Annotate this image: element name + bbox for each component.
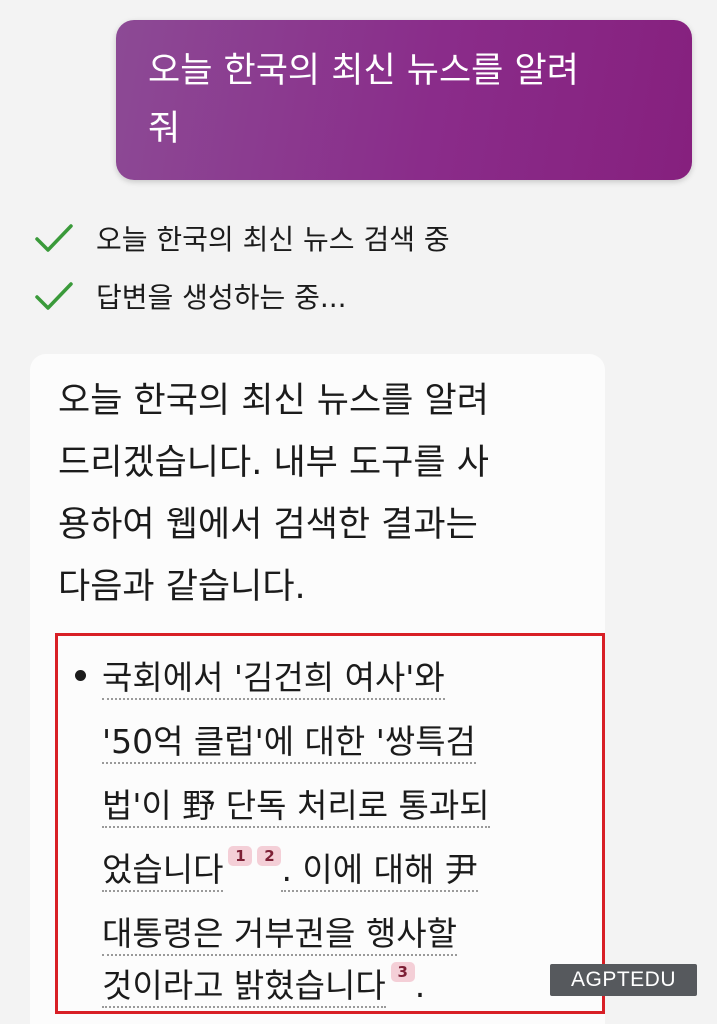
bullet-line[interactable]: 국회에서 '김건희 여사'와 bbox=[102, 652, 445, 704]
answer-intro-line: 드리겠습니다. 내부 도구를 사 bbox=[58, 443, 489, 483]
answer-intro-text: 오늘 한국의 최신 뉴스를 알려 드리겠습니다. 내부 도구를 사 용하여 웹에… bbox=[58, 370, 568, 618]
status-step-label: 답변을 생성하는 중... bbox=[96, 281, 347, 314]
bullet-line[interactable]: '50억 클럽'에 대한 '쌍특검 bbox=[102, 716, 476, 768]
answer-intro-line: 용하여 웹에서 검색한 결과는 bbox=[58, 505, 478, 545]
user-message-bubble: 오늘 한국의 최신 뉴스를 알려 줘 bbox=[116, 20, 692, 180]
linked-text[interactable]: 법'이 野 단독 처리로 통과되 bbox=[102, 786, 490, 828]
bullet-dot bbox=[75, 670, 86, 681]
user-message-line: 줘 bbox=[148, 109, 181, 149]
status-step-generating: 답변을 생성하는 중... bbox=[34, 274, 347, 318]
check-icon bbox=[35, 224, 73, 252]
answer-intro-line: 다음과 같습니다. bbox=[58, 567, 306, 607]
citation-badge[interactable]: 1 bbox=[228, 846, 253, 866]
citation-badge[interactable]: 3 bbox=[390, 962, 415, 982]
bullet-line[interactable]: 대통령은 거부권을 행사할 bbox=[102, 908, 457, 960]
bullet-line[interactable]: 것이라고 밝혔습니다 3. bbox=[102, 960, 425, 1012]
linked-text[interactable]: . 이에 대해 尹 bbox=[281, 850, 478, 892]
linked-text[interactable]: 대통령은 거부권을 행사할 bbox=[102, 914, 457, 956]
citation-badge[interactable]: 2 bbox=[257, 846, 282, 866]
linked-text[interactable]: 국회에서 '김건희 여사'와 bbox=[102, 658, 445, 700]
answer-intro-line: 오늘 한국의 최신 뉴스를 알려 bbox=[58, 381, 489, 421]
sentence-period: . bbox=[414, 966, 426, 1005]
highlighted-news-bullet: 국회에서 '김건희 여사'와 '50억 클럽'에 대한 '쌍특검 법'이 野 단… bbox=[55, 633, 605, 1014]
status-step-searching: 오늘 한국의 최신 뉴스 검색 중 bbox=[34, 216, 450, 260]
chat-screen: 오늘 한국의 최신 뉴스를 알려 줘 오늘 한국의 최신 뉴스 검색 중 답변을… bbox=[0, 0, 717, 1024]
linked-text[interactable]: '50억 클럽'에 대한 '쌍특검 bbox=[102, 722, 476, 764]
check-icon bbox=[35, 282, 73, 310]
linked-text[interactable]: 것이라고 밝혔습니다 bbox=[102, 966, 386, 1008]
linked-text[interactable]: 었습니다 bbox=[102, 850, 224, 892]
watermark-label: AGPTEDU bbox=[550, 964, 697, 996]
bullet-line[interactable]: 었습니다 1 2. 이에 대해 尹 bbox=[102, 844, 478, 896]
bullet-line[interactable]: 법'이 野 단독 처리로 통과되 bbox=[102, 780, 490, 832]
status-step-label: 오늘 한국의 최신 뉴스 검색 중 bbox=[96, 223, 450, 256]
user-message-line: 오늘 한국의 최신 뉴스를 알려 bbox=[148, 51, 579, 91]
